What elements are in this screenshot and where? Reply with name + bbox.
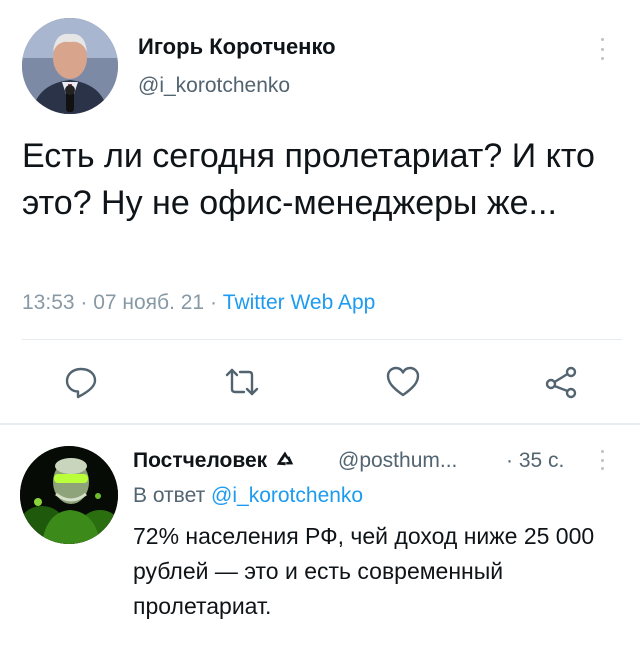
- tweet-meta: 13:53 · 07 нояб. 21 · Twitter Web App: [22, 291, 375, 315]
- author-handle[interactable]: @i_korotchenko: [138, 74, 290, 98]
- reply-button[interactable]: [63, 364, 99, 400]
- reply-icon: [65, 367, 97, 399]
- reply-to-handle-link[interactable]: @i_korotchenko: [211, 484, 363, 507]
- like-icon: [386, 366, 420, 397]
- reply-context: В ответ @i_korotchenko: [133, 484, 364, 507]
- divider: [22, 339, 622, 340]
- retweet-button[interactable]: [224, 364, 260, 400]
- reply-author-handle[interactable]: @posthum...: [338, 449, 457, 473]
- source-app-link[interactable]: Twitter Web App: [223, 291, 376, 314]
- author-name[interactable]: Игорь Коротченко: [138, 34, 336, 60]
- tweet-text: Есть ли сегодня пролетариат? И кто это? …: [22, 137, 595, 222]
- share-button[interactable]: [543, 364, 579, 400]
- reply-author-name[interactable]: Постчеловек: [133, 449, 295, 473]
- reply-time[interactable]: · 35 с.: [506, 449, 564, 473]
- more-options-icon[interactable]: [601, 38, 607, 60]
- more-options-icon[interactable]: [601, 450, 607, 470]
- recycle-icon: [276, 451, 294, 466]
- like-button[interactable]: [385, 364, 421, 400]
- retweet-icon: [225, 368, 259, 396]
- divider: [0, 423, 640, 425]
- reply-text: 72% населения РФ, чей доход ниже 25 000 …: [133, 523, 595, 619]
- author-avatar[interactable]: [22, 18, 118, 114]
- share-icon: [545, 366, 577, 399]
- reply-author-avatar[interactable]: [20, 446, 118, 544]
- tweet-timestamp[interactable]: 13:53 · 07 нояб. 21 ·: [22, 291, 223, 314]
